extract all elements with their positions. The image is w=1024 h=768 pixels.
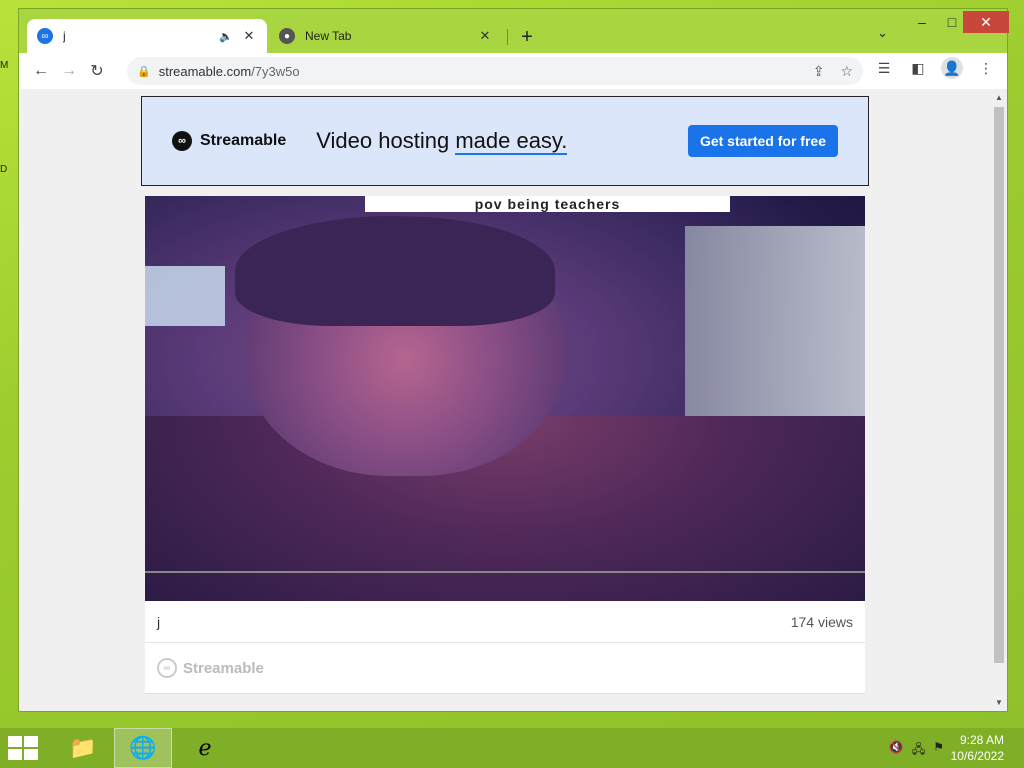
chrome-taskbar-icon[interactable]: 🌐 [114,728,172,768]
volume-muted-icon[interactable]: 🔇 [889,740,904,761]
video-caption: pov being teachers [365,196,730,212]
browser-toolbar: ← → ↻ 🔒 streamable.com/7y3w5o ⇪ ☆ ☰ ◧ 👤 … [19,53,1007,89]
action-center-flag-icon[interactable]: ⚑ [933,740,944,761]
share-icon[interactable]: ⇪ [813,63,825,80]
streamable-logo-icon: ∞ [172,131,192,151]
taskbar-clock[interactable]: 9:28 AM 10/6/2022 [951,732,1004,764]
video-scene-hair [235,216,555,326]
taskbar: 📁 🌐 ℯ 🔇 🖧 ⚑ 9:28 AM 10/6/2022 [0,728,1024,768]
video-player[interactable]: pov being teachers [145,196,865,601]
desktop-icon-fragment[interactable]: D [0,164,10,178]
bookmark-star-icon[interactable]: ☆ [840,63,853,80]
close-tab-icon[interactable]: ✕ [477,28,493,44]
page-scrollbar[interactable]: ▲ ▼ [991,89,1007,711]
reload-icon[interactable]: ↻ [83,57,111,85]
menu-kebab-icon[interactable]: ⋮ [975,57,997,79]
tab-new[interactable]: ● New Tab ✕ [269,19,503,53]
streamable-favicon: ∞ [37,28,53,44]
browser-titlebar: ∞ j 🔈 ✕ ● New Tab ✕ + ⌄ – □ ✕ [19,9,1009,53]
system-tray: 🔇 🖧 ⚑ [889,740,944,761]
url-host: streamable.com [158,63,252,79]
minimize-button[interactable]: – [907,11,937,33]
ad-banner[interactable]: ∞ Streamable Video hosting made easy. Ge… [141,96,869,186]
banner-logo: ∞ Streamable [172,131,286,151]
forward-arrow-icon[interactable]: → [55,57,83,85]
tab-search-chevron-icon[interactable]: ⌄ [877,25,888,41]
video-scene-monitor [145,266,225,326]
file-explorer-icon[interactable]: 📁 [54,728,112,768]
banner-headline-underlined: made easy. [455,128,568,155]
scroll-up-arrow-icon[interactable]: ▲ [995,93,1003,102]
banner-headline-prefix: Video hosting [316,128,456,153]
browser-window: ∞ j 🔈 ✕ ● New Tab ✕ + ⌄ – □ ✕ ← → ↻ 🔒 st… [18,8,1009,712]
video-progress-bar[interactable] [145,571,865,573]
clock-date: 10/6/2022 [950,749,1004,763]
video-meta: j 174 views [145,601,865,643]
close-window-button[interactable]: ✕ [963,11,1009,33]
url-path: /7y3w5o [251,63,300,79]
video-footer[interactable]: ∞ Streamable [145,643,865,694]
clock-time: 9:28 AM [959,733,1004,747]
banner-headline: Video hosting made easy. [316,128,568,155]
scrollbar-thumb[interactable] [994,107,1004,663]
chrome-favicon: ● [279,28,295,44]
view-count: 174 views [790,613,853,630]
desktop-icon-fragment[interactable]: M [0,60,10,74]
video-title: j [157,613,161,630]
address-bar[interactable]: 🔒 streamable.com/7y3w5o ⇪ ☆ [127,57,863,85]
speaker-icon[interactable]: 🔈 [219,30,233,43]
tab-title: New Tab [305,29,352,43]
video-card: pov being teachers j 174 views ∞ Streama… [145,196,865,694]
internet-explorer-icon[interactable]: ℯ [176,728,234,768]
tab-title: j [63,29,66,43]
scroll-down-arrow-icon[interactable]: ▼ [995,698,1003,707]
streamable-logo-icon: ∞ [157,658,177,678]
side-panel-icon[interactable]: ◧ [907,57,929,79]
close-tab-icon[interactable]: ✕ [241,28,257,44]
tab-separator [507,29,508,45]
reading-list-icon[interactable]: ☰ [873,57,895,79]
back-arrow-icon[interactable]: ← [27,57,55,85]
new-tab-button[interactable]: + [515,25,539,49]
lock-icon[interactable]: 🔒 [137,65,151,78]
windows-start-button[interactable] [8,736,38,760]
banner-logo-text: Streamable [200,132,287,149]
page-viewport: ∞ Streamable Video hosting made easy. Ge… [19,89,991,711]
footer-brand: Streamable [183,659,264,677]
get-started-button[interactable]: Get started for free [687,125,838,157]
profile-avatar-icon[interactable]: 👤 [941,57,963,79]
network-icon[interactable]: 🖧 [912,740,925,761]
tab-active[interactable]: ∞ j 🔈 ✕ [27,19,267,53]
